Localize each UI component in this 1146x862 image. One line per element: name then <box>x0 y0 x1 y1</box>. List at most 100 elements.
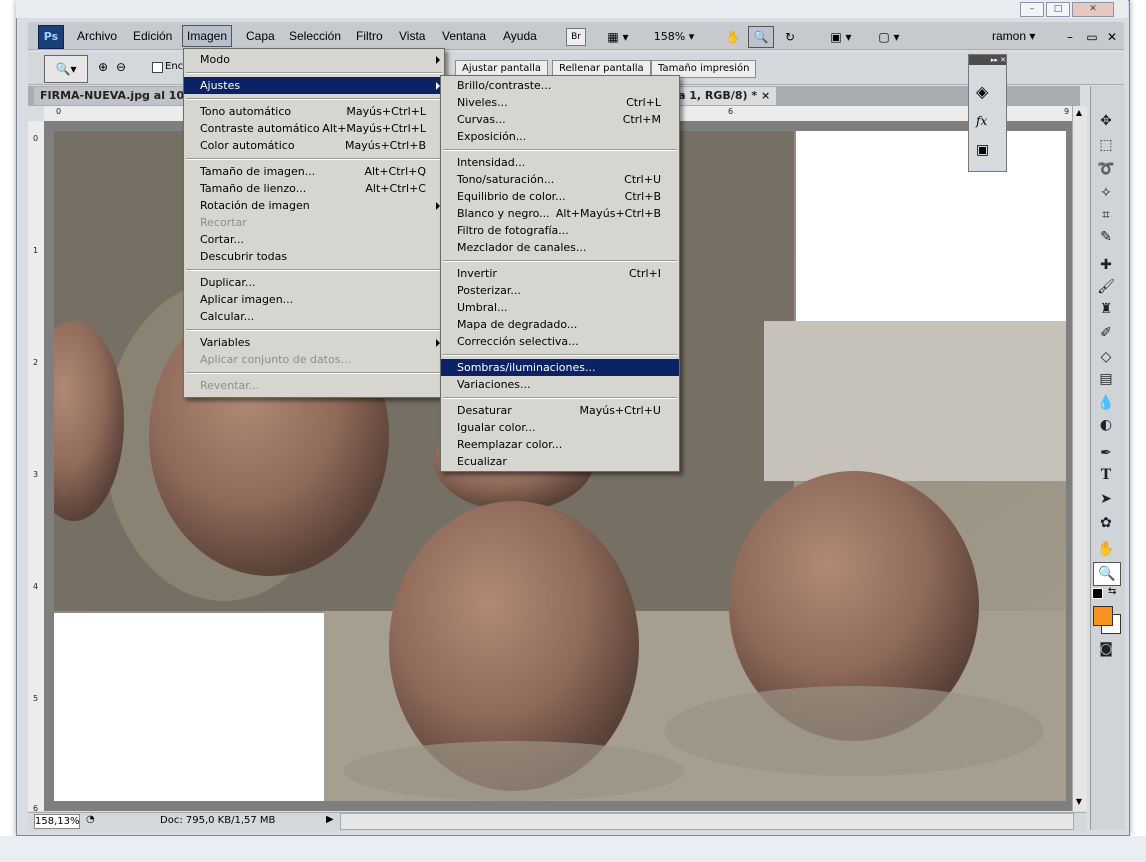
scroll-down-icon[interactable]: ▼ <box>1073 797 1085 809</box>
submenu-item-ecualizar[interactable]: Ecualizar <box>441 453 679 470</box>
app-restore-button[interactable]: ▭ <box>1084 26 1100 48</box>
maximize-button[interactable]: □ <box>1046 2 1070 17</box>
menu-edicion[interactable]: Edición <box>129 26 176 46</box>
menu-capa[interactable]: Capa <box>242 26 279 46</box>
submenu-item-mezclador-de-canales[interactable]: Mezclador de canales... <box>441 239 679 256</box>
type-tool-icon[interactable]: T <box>1093 464 1119 486</box>
menu-vista[interactable]: Vista <box>395 26 429 46</box>
menu-item-tono-automatico[interactable]: Tono automático Mayús+Ctrl+L <box>184 103 444 120</box>
eyedropper-icon[interactable]: ✎ <box>1093 226 1119 248</box>
status-menu-arrow-icon[interactable]: ▶ <box>326 814 334 825</box>
foreground-color-swatch[interactable] <box>1093 606 1113 626</box>
view-extras-icon[interactable]: ▦ ▾ <box>600 26 636 48</box>
zoom-tool-icon[interactable]: 🔍 <box>748 26 774 48</box>
healing-brush-icon[interactable]: ✚ <box>1093 254 1119 276</box>
lasso-tool-icon[interactable]: ➰ <box>1093 158 1119 180</box>
submenu-item-niveles[interactable]: Niveles... Ctrl+L <box>441 94 679 111</box>
marquee-tool-icon[interactable]: ⬚ <box>1093 134 1119 156</box>
menu-item-tamano-de-imagen[interactable]: Tamaño de imagen... Alt+Ctrl+Q <box>184 163 444 180</box>
menu-item-calcular[interactable]: Calcular... <box>184 308 444 325</box>
menu-ayuda[interactable]: Ayuda <box>499 26 541 46</box>
tab-active-document[interactable]: a 1, RGB/8) * × <box>672 87 777 105</box>
menu-item-color-automatico[interactable]: Color automático Mayús+Ctrl+B <box>184 137 444 154</box>
pen-tool-icon[interactable]: ✒ <box>1093 442 1119 464</box>
brush-tool-icon[interactable]: 🖌 <box>1093 276 1119 298</box>
crop-tool-icon[interactable]: ⌗ <box>1093 204 1119 226</box>
menu-imagen[interactable]: Imagen <box>182 25 233 47</box>
submenu-item-correccion-selectiva[interactable]: Corrección selectiva... <box>441 333 679 350</box>
gradient-tool-icon[interactable]: ▤ <box>1093 368 1119 390</box>
history-brush-icon[interactable]: ✐ <box>1093 322 1119 344</box>
move-tool-icon[interactable]: ✥ <box>1093 110 1119 132</box>
close-button[interactable]: ✕ <box>1072 2 1114 17</box>
magic-wand-icon[interactable]: ✧ <box>1093 182 1119 204</box>
submenu-item-intensidad[interactable]: Intensidad... <box>441 154 679 171</box>
clone-stamp-icon[interactable]: ♜ <box>1093 298 1119 320</box>
menu-item-ajustes[interactable]: Ajustes <box>184 77 444 94</box>
tool-preset-picker[interactable]: 🔍▾ <box>44 55 88 83</box>
blur-tool-icon[interactable]: 💧 <box>1093 392 1119 414</box>
submenu-item-tono-saturacion[interactable]: Tono/saturación... Ctrl+U <box>441 171 679 188</box>
menu-ventana[interactable]: Ventana <box>438 26 490 46</box>
bridge-icon[interactable]: Br <box>566 28 586 46</box>
menu-item-tamano-de-lienzo[interactable]: Tamaño de lienzo... Alt+Ctrl+C <box>184 180 444 197</box>
submenu-item-sombras-iluminaciones[interactable]: Sombras/iluminaciones... <box>441 359 679 376</box>
menu-item-variables[interactable]: Variables <box>184 334 444 351</box>
submenu-item-invertir[interactable]: Invertir Ctrl+I <box>441 265 679 282</box>
submenu-item-igualar-color[interactable]: Igualar color... <box>441 419 679 436</box>
dodge-tool-icon[interactable]: ◐ <box>1093 414 1119 436</box>
submenu-item-blanco-y-negro[interactable]: Blanco y negro... Alt+Mayús+Ctrl+B <box>441 205 679 222</box>
default-colors-icon[interactable] <box>1092 588 1103 599</box>
menu-filtro[interactable]: Filtro <box>352 26 387 46</box>
hand-tool-panel-icon[interactable]: ✋ <box>1093 538 1119 560</box>
submenu-item-desaturar[interactable]: Desaturar Mayús+Ctrl+U <box>441 402 679 419</box>
rotate-view-icon[interactable]: ↻ <box>778 26 802 48</box>
quick-mask-icon[interactable]: ◙ <box>1093 638 1119 660</box>
vertical-scrollbar[interactable] <box>1072 106 1087 811</box>
scroll-up-icon[interactable]: ▲ <box>1073 108 1085 120</box>
menu-item-contraste-automatico[interactable]: Contraste automático Alt+Mayús+Ctrl+L <box>184 120 444 137</box>
submenu-item-brillo-contraste[interactable]: Brillo/contraste... <box>441 77 679 94</box>
horizontal-scrollbar[interactable] <box>340 813 1074 830</box>
resize-windows-checkbox[interactable] <box>152 62 163 73</box>
menu-seleccion[interactable]: Selección <box>285 26 345 46</box>
zoom-field[interactable]: 158,13% <box>34 814 80 829</box>
menu-item-rotacion-de-imagen[interactable]: Rotación de imagen <box>184 197 444 214</box>
status-info-icon[interactable]: ◔ <box>86 814 95 825</box>
zoom-tool-panel-icon[interactable]: 🔍 <box>1093 562 1121 586</box>
menu-item-aplicar-imagen[interactable]: Aplicar imagen... <box>184 291 444 308</box>
minimize-button[interactable]: – <box>1020 2 1044 17</box>
submenu-item-posterizar[interactable]: Posterizar... <box>441 282 679 299</box>
menu-item-duplicar[interactable]: Duplicar... <box>184 274 444 291</box>
zoom-in-icon[interactable]: ⊕ <box>98 60 108 74</box>
shape-tool-icon[interactable]: ✿ <box>1093 512 1119 534</box>
zoom-level-dropdown[interactable]: 158% ▾ <box>648 26 700 48</box>
menu-item-modo[interactable]: Modo <box>184 51 444 68</box>
submenu-item-filtro-de-fotografia[interactable]: Filtro de fotografía... <box>441 222 679 239</box>
submenu-item-curvas[interactable]: Curvas... Ctrl+M <box>441 111 679 128</box>
menu-archivo[interactable]: Archivo <box>73 26 121 46</box>
submenu-item-mapa-de-degradado[interactable]: Mapa de degradado... <box>441 316 679 333</box>
panel-dock-header[interactable]: ▸▸ ✕ <box>969 55 1006 65</box>
submenu-item-reemplazar-color[interactable]: Reemplazar color... <box>441 436 679 453</box>
path-selection-icon[interactable]: ➤ <box>1093 488 1119 510</box>
app-close-button[interactable]: ✕ <box>1104 26 1120 48</box>
submenu-item-umbral[interactable]: Umbral... <box>441 299 679 316</box>
menu-item-cortar[interactable]: Cortar... <box>184 231 444 248</box>
screen-mode-icon[interactable]: ▢ ▾ <box>870 26 908 48</box>
styles-panel-icon[interactable]: fx <box>976 114 987 128</box>
menu-item-descubrir-todas[interactable]: Descubrir todas <box>184 248 444 265</box>
zoom-out-icon[interactable]: ⊖ <box>116 60 126 74</box>
layers-panel-icon[interactable]: ◈ <box>976 82 988 101</box>
swap-colors-icon[interactable]: ⇆ <box>1108 586 1116 597</box>
eraser-icon[interactable]: ◇ <box>1093 346 1119 368</box>
user-menu[interactable]: ramon ▾ <box>988 26 1039 46</box>
submenu-item-equilibrio-de-color[interactable]: Equilibrio de color... Ctrl+B <box>441 188 679 205</box>
tab-close-icon[interactable]: × <box>761 89 770 102</box>
submenu-item-exposicion[interactable]: Exposición... <box>441 128 679 145</box>
submenu-item-variaciones[interactable]: Variaciones... <box>441 376 679 393</box>
app-minimize-button[interactable]: – <box>1062 26 1078 48</box>
arrange-documents-icon[interactable]: ▣ ▾ <box>822 26 860 48</box>
hand-tool-icon[interactable]: ✋ <box>722 26 744 48</box>
history-panel-icon[interactable]: ▣ <box>976 142 989 158</box>
